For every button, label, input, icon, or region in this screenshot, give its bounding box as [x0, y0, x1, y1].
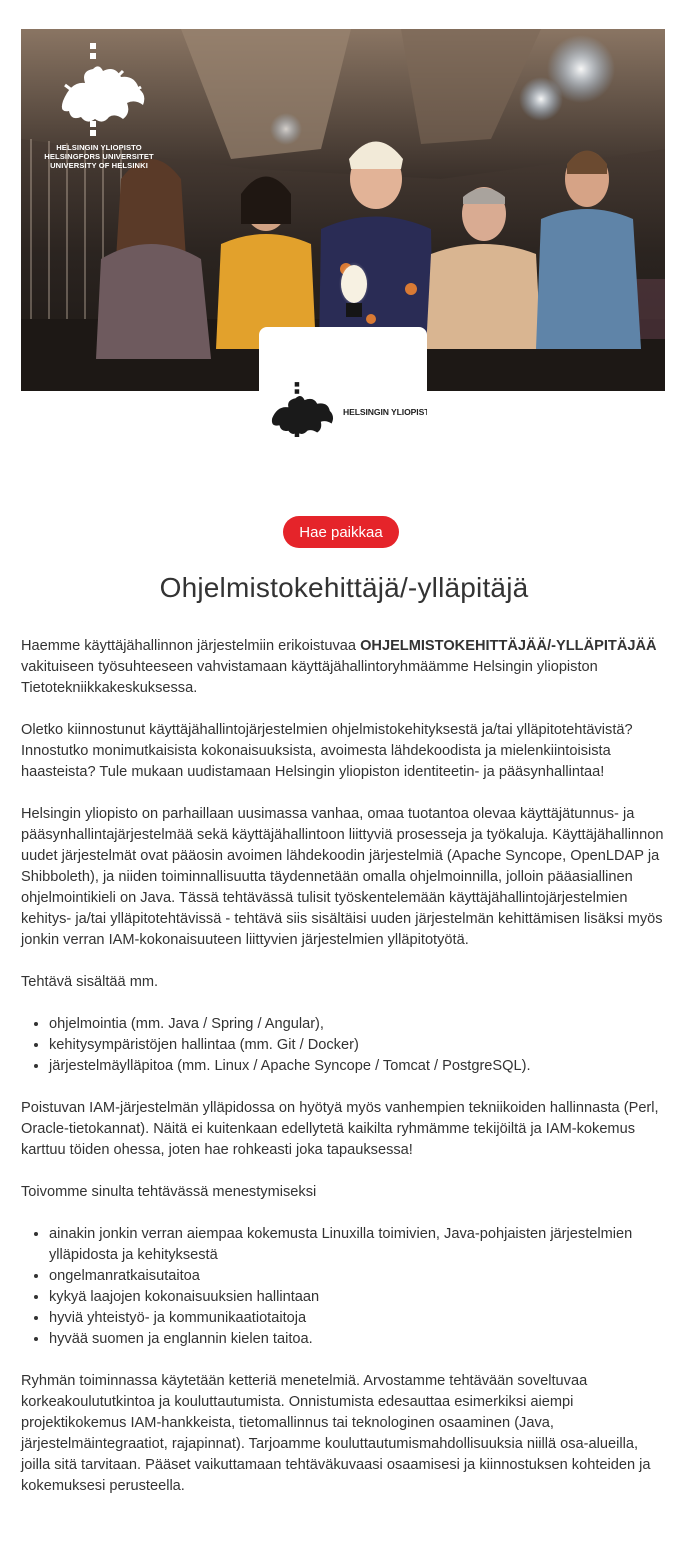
list-item: hyviä yhteistyö- ja kommunikaatiotaitoja — [49, 1308, 667, 1329]
requirements-heading: Toivomme sinulta tehtävässä menestymisek… — [21, 1184, 317, 1200]
intro-text-start: Haemme käyttäjähallinnon järjestelmiin e… — [21, 638, 361, 654]
company-logo: HELSINGIN YLIOPISTO — [265, 377, 427, 443]
intro-text-end: vakituiseen työsuhteeseen vahvistamaan k… — [21, 659, 598, 696]
company-logo-name: HELSINGIN YLIOPISTO — [343, 407, 427, 417]
logo-line-fi: HELSINGIN YLIOPISTO — [56, 143, 142, 152]
description-paragraph-3: Helsingin yliopisto on parhaillaan uusim… — [21, 806, 664, 948]
list-item: ainakin jonkin verran aiempaa kokemusta … — [49, 1224, 667, 1266]
logo-line-en: UNIVERSITY OF HELSINKI — [50, 161, 148, 170]
apply-button[interactable]: Hae paikkaa — [283, 516, 399, 548]
list-item: kehitysympäristöjen hallintaa (mm. Git /… — [49, 1035, 667, 1056]
list-item: hyvää suomen ja englannin kielen taitoa. — [49, 1329, 667, 1350]
company-logo-card: HELSINGIN YLIOPISTO — [259, 327, 427, 447]
requirements-list: ainakin jonkin verran aiempaa kokemusta … — [21, 1224, 667, 1350]
legacy-paragraph: Poistuvan IAM-järjestelmän ylläpidossa o… — [21, 1100, 659, 1158]
list-item: kykyä laajojen kokonaisuuksien hallintaa… — [49, 1287, 667, 1308]
flame-lion-crest-icon — [271, 382, 334, 437]
university-logo: HELSINGIN YLIOPISTO HELSINGFORS UNIVERSI… — [43, 41, 155, 170]
list-item: järjestelmäylläpitoa (mm. Linux / Apache… — [49, 1056, 667, 1077]
intro-job-title-bold: OHJELMISTOKEHITTÄJÄÄ/-YLLÄPITÄJÄÄ — [360, 638, 657, 654]
list-item: ohjelmointia (mm. Java / Spring / Angula… — [49, 1014, 667, 1035]
team-paragraph: Ryhmän toiminnassa käytetään ketteriä me… — [21, 1373, 651, 1494]
job-description: Haemme käyttäjähallinnon järjestelmiin e… — [21, 636, 667, 1518]
description-paragraph-2: Oletko kiinnostunut käyttäjähallintojärj… — [21, 722, 633, 780]
job-title: Ohjelmistokehittäjä/-ylläpitäjä — [159, 572, 529, 603]
tasks-heading: Tehtävä sisältää mm. — [21, 974, 159, 990]
tasks-list: ohjelmointia (mm. Java / Spring / Angula… — [21, 1014, 667, 1077]
intro-paragraph: Haemme käyttäjähallinnon järjestelmiin e… — [21, 636, 667, 699]
logo-line-sv: HELSINGFORS UNIVERSITET — [44, 152, 154, 161]
university-logo-text: HELSINGIN YLIOPISTO HELSINGFORS UNIVERSI… — [43, 143, 155, 170]
flame-lion-crest-icon — [61, 43, 145, 136]
list-item: ongelmanratkaisutaitoa — [49, 1266, 667, 1287]
